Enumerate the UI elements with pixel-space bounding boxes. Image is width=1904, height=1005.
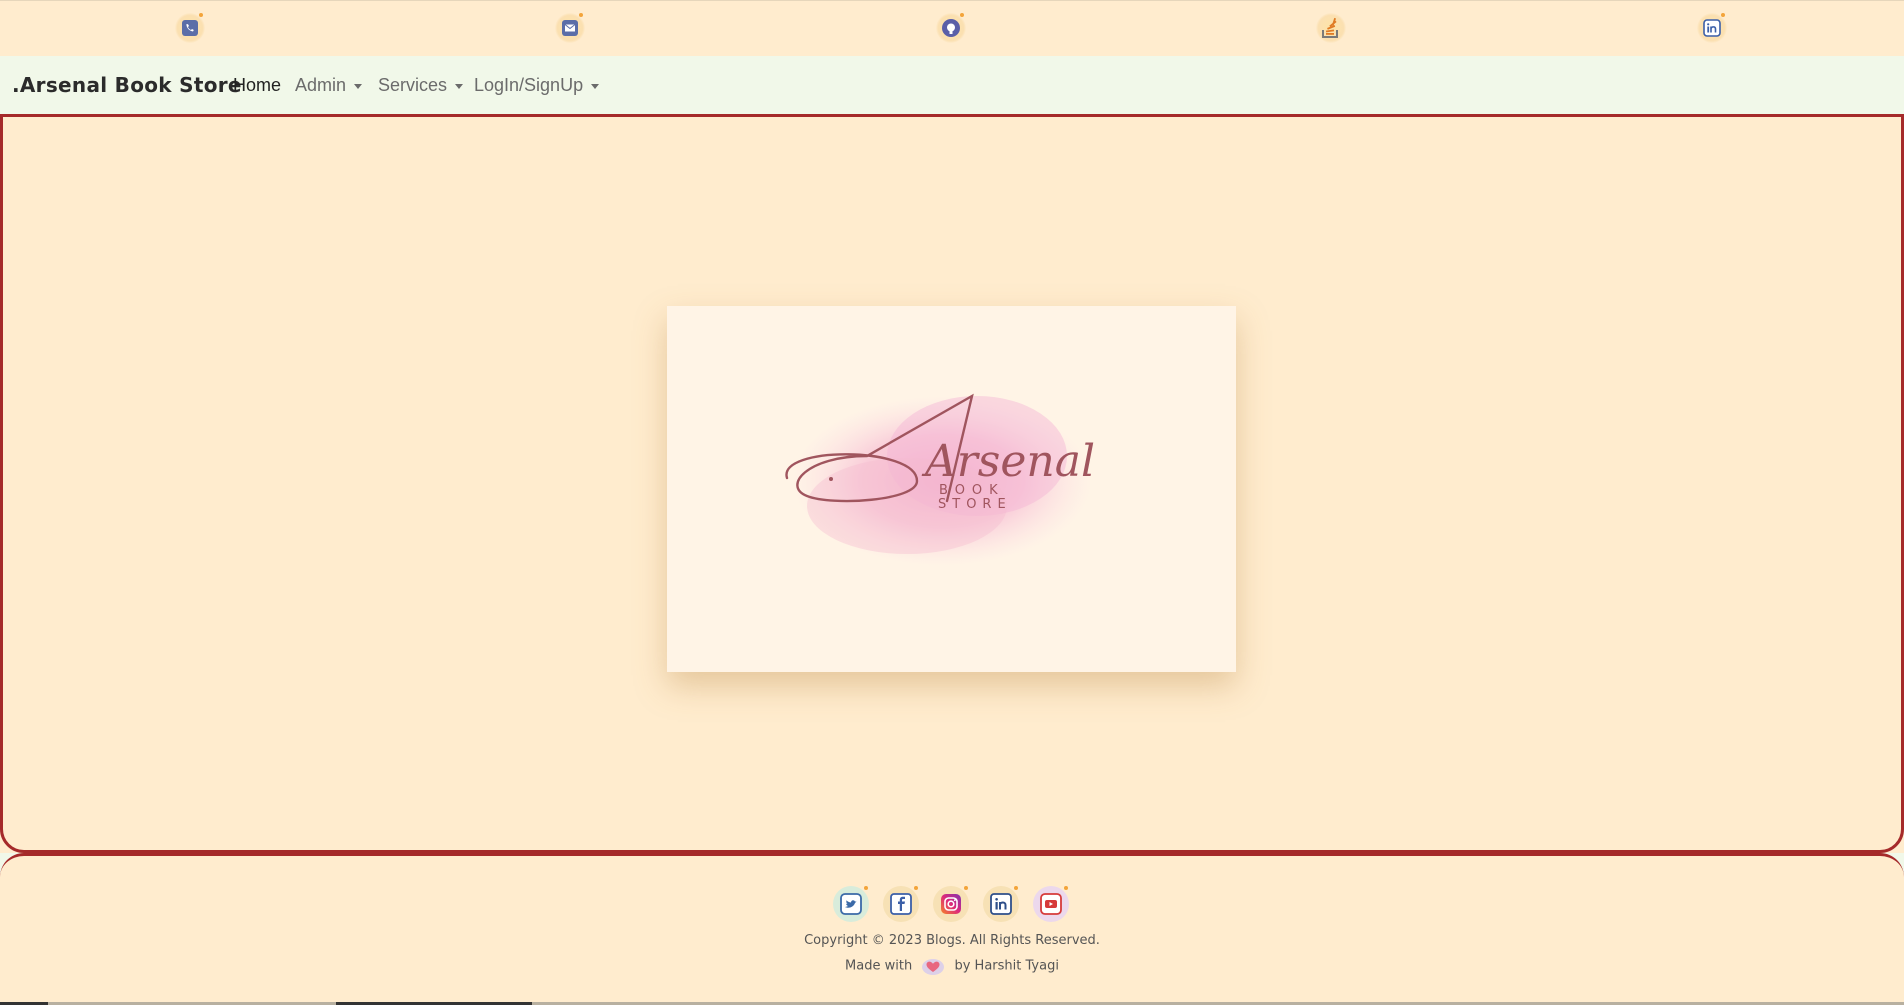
mail-link[interactable] (555, 13, 585, 43)
brand-logo[interactable]: .Arsenal Book Store (12, 73, 242, 97)
contact-bar (0, 0, 1904, 56)
nav-admin-label: Admin (295, 75, 347, 95)
instagram-link[interactable] (933, 886, 969, 922)
linkedin-icon (1703, 19, 1721, 37)
nav-services-dropdown[interactable]: Services (378, 75, 464, 96)
logo-script-text: Arsenal (921, 436, 1095, 487)
facebook-icon (890, 893, 912, 915)
youtube-link[interactable] (1033, 886, 1069, 922)
nav-login-label: LogIn/SignUp (474, 75, 584, 95)
mail-icon (562, 20, 578, 36)
stackoverflow-icon (1322, 17, 1338, 38)
logo-line-store: STORE (938, 497, 1012, 512)
nav-services-label: Services (378, 75, 448, 95)
youtube-icon (1040, 893, 1062, 915)
stackoverflow-link[interactable] (1316, 13, 1346, 43)
phone-link[interactable] (175, 13, 205, 43)
facebook-link[interactable] (883, 886, 919, 922)
github-icon (942, 19, 960, 37)
github-link[interactable] (936, 13, 966, 43)
logo-line-book: BOOK (939, 483, 1005, 498)
linkedin-icon (990, 893, 1012, 915)
made-with-label: Made with (845, 958, 913, 974)
chevron-down-icon (455, 83, 464, 89)
hero-logo-card: Arsenal BOOK STORE (667, 306, 1236, 672)
linkedin-footer-link[interactable] (983, 886, 1019, 922)
author-credit: by Harshit Tyagi (954, 958, 1059, 974)
main-navbar: .Arsenal Book Store Home Admin Services … (0, 56, 1904, 114)
chevron-down-icon (354, 83, 363, 89)
footer: Copyright © 2023 Blogs. All Rights Reser… (0, 853, 1904, 1005)
made-with-line: Made with by Harshit Tyagi (0, 956, 1904, 976)
instagram-icon (941, 894, 961, 914)
twitter-icon (840, 893, 862, 915)
heart-icon (920, 956, 946, 976)
nav-login-dropdown[interactable]: LogIn/SignUp (474, 75, 600, 96)
arsenal-logo: Arsenal BOOK STORE (785, 393, 1095, 566)
copyright-text: Copyright © 2023 Blogs. All Rights Reser… (804, 933, 1100, 948)
main-content: Arsenal BOOK STORE (0, 114, 1904, 853)
chevron-down-icon (591, 83, 600, 89)
nav-home[interactable]: Home (233, 75, 281, 96)
linkedin-link[interactable] (1697, 13, 1727, 43)
nav-admin-dropdown[interactable]: Admin (295, 75, 363, 96)
nav-home-label: Home (233, 75, 282, 95)
twitter-link[interactable] (833, 886, 869, 922)
phone-icon (182, 20, 198, 36)
